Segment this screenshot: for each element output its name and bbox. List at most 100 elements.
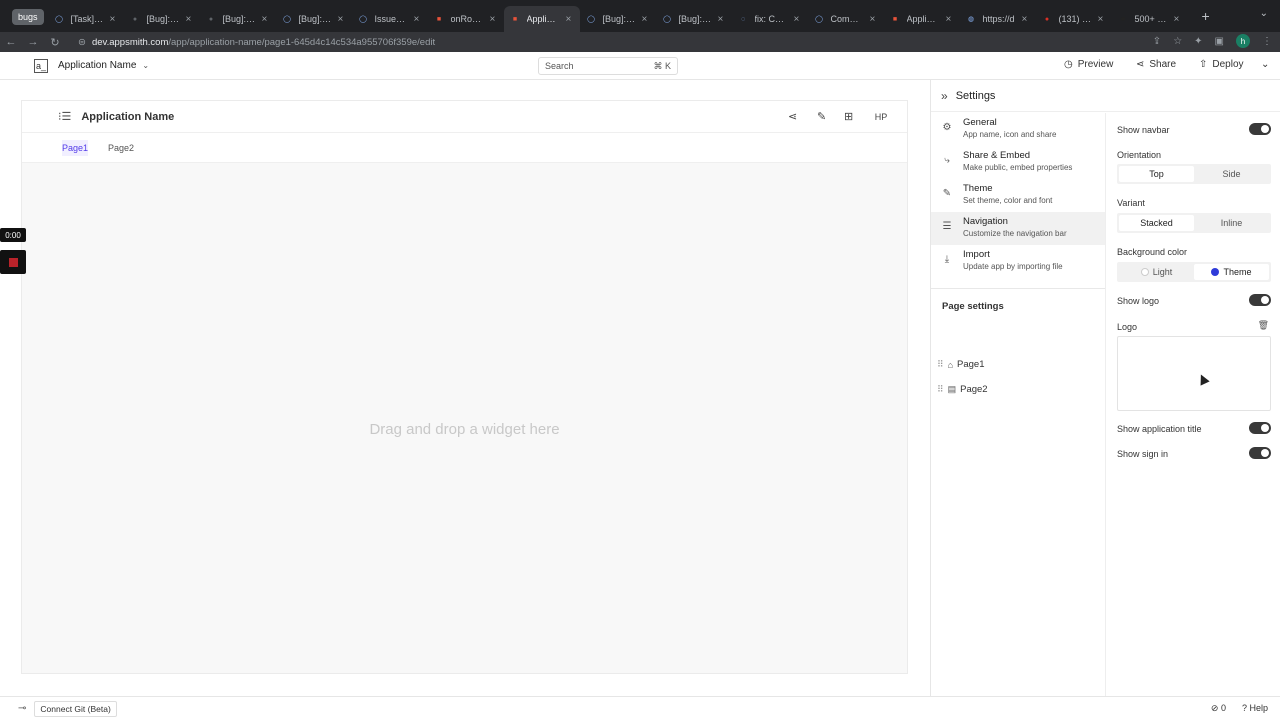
edit-icon[interactable]: ✎ xyxy=(817,110,826,123)
stop-recording-button[interactable] xyxy=(0,250,26,274)
browser-tab[interactable]: ◌ fix: CLI a × xyxy=(732,6,808,32)
settings-nav-subtitle: Make public, embed properties xyxy=(963,163,1073,172)
browser-tab[interactable]: ◯ [Bug]: Th × xyxy=(276,6,352,32)
variant-inline[interactable]: Inline xyxy=(1194,215,1269,231)
show-sign-in-toggle[interactable] xyxy=(1249,447,1271,459)
settings-nav-title: Theme xyxy=(963,183,993,194)
browser-tab[interactable]: ◯ Issues · a × xyxy=(352,6,428,32)
back-icon[interactable]: ← xyxy=(0,36,22,48)
bg-theme-option[interactable]: Theme xyxy=(1194,264,1269,280)
deploy-options-icon[interactable]: ⌄ xyxy=(1261,59,1269,70)
close-tab-icon[interactable]: × xyxy=(338,14,346,25)
close-tab-icon[interactable]: × xyxy=(946,14,954,25)
browser-tab[interactable]: ◯ Compari × xyxy=(808,6,884,32)
favicon-icon: ■ xyxy=(436,15,442,23)
tab-title: [Task]: [A xyxy=(70,14,104,24)
browser-tab[interactable]: ◯ [Task]: [A × xyxy=(48,6,124,32)
close-tab-icon[interactable]: × xyxy=(566,14,574,25)
browser-tab[interactable]: ■ Applicati × xyxy=(884,6,960,32)
close-tab-icon[interactable]: × xyxy=(414,14,422,25)
share-page-icon[interactable]: ⇪ xyxy=(1153,36,1161,47)
settings-nav-item-import[interactable]: ⤓ Import Update app by importing file xyxy=(931,245,1105,278)
close-tab-icon[interactable]: × xyxy=(186,14,194,25)
tab-group-label[interactable]: bugs xyxy=(12,9,44,25)
page-tab-page2[interactable]: Page2 xyxy=(108,143,134,153)
browser-tab[interactable]: ◯ [Bug]: Th × xyxy=(580,6,656,32)
close-tab-icon[interactable]: × xyxy=(110,14,118,25)
close-tab-icon[interactable]: × xyxy=(1022,14,1030,25)
logo-upload-area[interactable] xyxy=(1117,336,1271,411)
page-settings-title: Page settings xyxy=(942,301,1004,312)
close-tab-icon[interactable]: × xyxy=(642,14,650,25)
apps-grid-icon[interactable]: ⊞ xyxy=(844,110,853,123)
preview-button[interactable]: ◷ Preview xyxy=(1064,59,1113,70)
app-name-menu[interactable]: Application Name xyxy=(58,60,136,71)
side-panel-icon[interactable]: ▣ xyxy=(1215,36,1224,47)
close-tab-icon[interactable]: × xyxy=(490,14,498,25)
app-header: a_ Application Name ⌄ Search ⌘ K ◷ Previe… xyxy=(0,52,1280,80)
share-button[interactable]: ⋖ Share xyxy=(1136,59,1176,70)
browser-menu-icon[interactable]: ⋮ xyxy=(1262,36,1272,47)
browser-tab[interactable]: ● [Bug]: "F × xyxy=(200,6,276,32)
browser-tab[interactable]: ● (131) Dis × xyxy=(1036,6,1112,32)
browser-tab[interactable]: ● [Bug]: En × xyxy=(124,6,200,32)
close-tab-icon[interactable]: × xyxy=(1174,14,1182,25)
connect-git-button[interactable]: Connect Git (Beta) xyxy=(34,700,117,717)
page-settings-item-page2[interactable]: ⠿ ▤ Page2 xyxy=(937,384,988,395)
close-tab-icon[interactable]: × xyxy=(1098,14,1106,25)
show-navbar-toggle[interactable] xyxy=(1249,123,1271,135)
browser-tab[interactable]: ■ Applicati × xyxy=(503,6,580,32)
settings-header: » Settings xyxy=(931,80,1280,112)
favicon-icon: ◍ xyxy=(967,16,975,23)
orientation-side[interactable]: Side xyxy=(1194,166,1269,182)
tab-search-icon[interactable]: ⌄ xyxy=(1260,8,1268,19)
errors-counter[interactable]: ⊘ 0 xyxy=(1211,703,1226,714)
settings-nav-text: Theme Set theme, color and font xyxy=(963,183,1052,205)
extensions-icon[interactable]: ✦ xyxy=(1194,36,1202,47)
new-tab-icon[interactable]: + xyxy=(1202,8,1210,24)
drag-handle-icon[interactable]: ⠿ xyxy=(937,359,944,370)
help-button[interactable]: ? Help xyxy=(1242,703,1268,714)
app-canvas[interactable]: ⁝☰ Application Name ⋖ ✎ ⊞ HP Page1 Page2… xyxy=(21,100,908,674)
chevron-down-icon[interactable]: ⌄ xyxy=(142,61,149,70)
orientation-top[interactable]: Top xyxy=(1119,166,1194,182)
bookmark-star-icon[interactable]: ☆ xyxy=(1173,36,1182,47)
tab-title: [Bug]: En xyxy=(146,14,180,24)
close-tab-icon[interactable]: × xyxy=(262,14,270,25)
search-input[interactable]: Search ⌘ K xyxy=(538,57,678,75)
settings-nav-item-share-embed[interactable]: ⤷ Share & Embed Make public, embed propert… xyxy=(931,146,1105,179)
variant-segmented: Stacked Inline xyxy=(1117,213,1271,233)
close-tab-icon[interactable]: × xyxy=(870,14,878,25)
share-icon[interactable]: ⋖ xyxy=(788,110,797,123)
page-settings-item-page1[interactable]: ⠿ ⌂ Page1 xyxy=(937,359,985,370)
user-avatar[interactable]: HP xyxy=(870,107,892,127)
close-tab-icon[interactable]: × xyxy=(718,14,726,25)
browser-tab[interactable]: ◯ [Bug]: Er × xyxy=(656,6,732,32)
deploy-button[interactable]: ⇧ Deploy xyxy=(1199,59,1244,70)
collapse-panel-icon[interactable]: » xyxy=(941,89,948,103)
profile-avatar[interactable]: h xyxy=(1236,34,1250,48)
trash-icon[interactable]: 🗑 xyxy=(1258,320,1269,331)
drag-handle-icon[interactable]: ⠿ xyxy=(937,384,944,395)
url-field[interactable]: ⊜ dev.appsmith.com/app/application-name/… xyxy=(78,37,435,48)
show-logo-toggle[interactable] xyxy=(1249,294,1271,306)
settings-nav-item-theme[interactable]: ✎ Theme Set theme, color and font xyxy=(931,179,1105,212)
settings-nav-icon: ✎ xyxy=(942,188,952,199)
variant-stacked[interactable]: Stacked xyxy=(1119,215,1194,231)
settings-nav-item-navigation[interactable]: ☰ Navigation Customize the navigation bar xyxy=(931,212,1105,245)
reload-icon[interactable]: ↻ xyxy=(44,36,66,49)
browser-tab[interactable]: ■ onRowSe × xyxy=(428,6,504,32)
tab-title: Compari xyxy=(830,14,864,24)
settings-nav-item-general[interactable]: ⚙ General App name, icon and share xyxy=(931,113,1105,146)
show-app-title-toggle[interactable] xyxy=(1249,422,1271,434)
settings-nav-icon: ⤓ xyxy=(944,254,950,265)
site-info-icon[interactable]: ⊜ xyxy=(78,37,86,48)
app-menu-icon[interactable]: ⁝☰ xyxy=(58,110,71,123)
bg-light-option[interactable]: Light xyxy=(1119,264,1194,280)
page-tab-page1[interactable]: Page1 xyxy=(62,139,89,156)
appsmith-logo[interactable]: a_ xyxy=(34,58,48,73)
forward-icon[interactable]: → xyxy=(22,36,44,48)
close-tab-icon[interactable]: × xyxy=(794,14,802,25)
browser-tab[interactable]: ■ 500+ Pe × xyxy=(1112,6,1188,32)
browser-tab[interactable]: ◍ https://d × xyxy=(960,6,1036,32)
